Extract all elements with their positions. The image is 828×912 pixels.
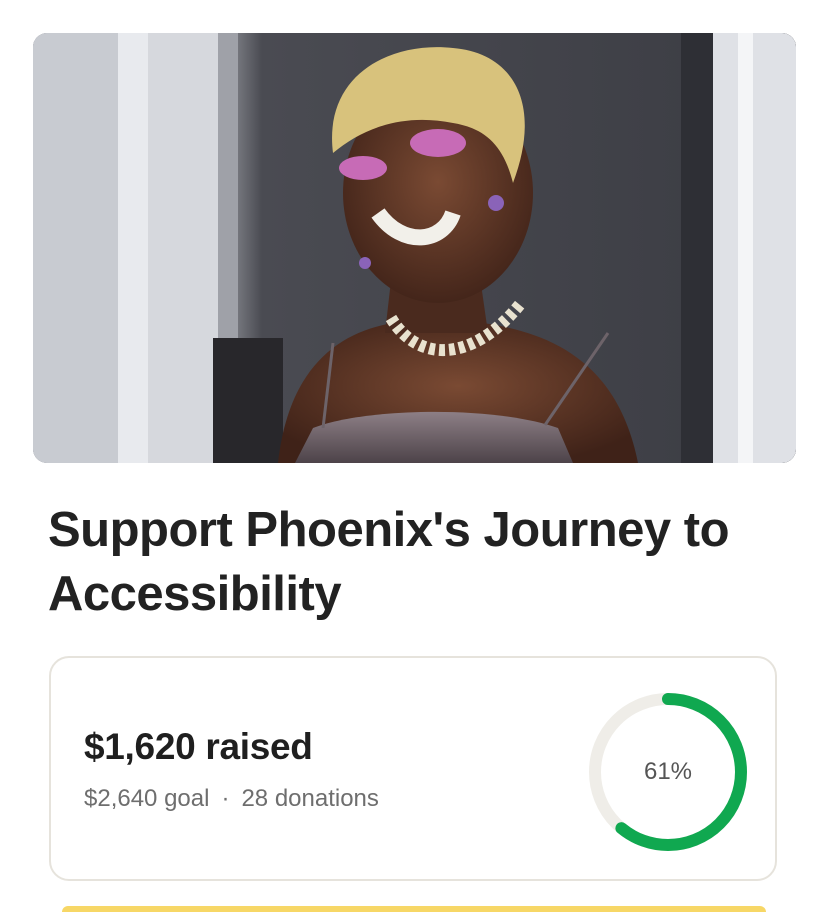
goal-and-donations: $2,640 goal · 28 donations bbox=[84, 785, 379, 813]
donate-button-edge[interactable] bbox=[62, 906, 766, 912]
amount-raised: $1,620 raised bbox=[84, 726, 313, 767]
progress-ring: 61% bbox=[584, 688, 752, 856]
campaign-photo bbox=[33, 33, 796, 463]
campaign-title: Support Phoenix's Journey to Accessibili… bbox=[48, 503, 730, 621]
meta-separator: · bbox=[221, 785, 230, 812]
progress-percent: 61% bbox=[643, 758, 693, 785]
donation-count: 28 donations bbox=[241, 785, 379, 812]
goal-amount: $2,640 goal bbox=[84, 785, 210, 812]
donation-progress-card: $1,620 raised $2,640 goal · 28 donations 6… bbox=[49, 656, 777, 881]
